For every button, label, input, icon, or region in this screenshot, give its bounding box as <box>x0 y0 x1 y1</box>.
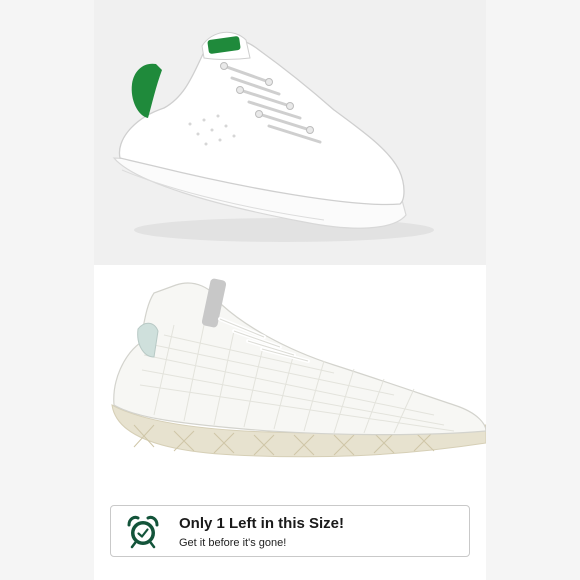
product-photo-top <box>94 0 486 265</box>
banner-subtitle: Get it before it's gone! <box>179 537 287 549</box>
low-stock-banner: Only 1 Left in this Size! Get it before … <box>110 505 470 557</box>
stan-smith-sneaker-image <box>112 31 434 242</box>
banner-title: Only 1 Left in this Size! <box>179 515 345 532</box>
alarm-clock-icon <box>127 515 159 549</box>
